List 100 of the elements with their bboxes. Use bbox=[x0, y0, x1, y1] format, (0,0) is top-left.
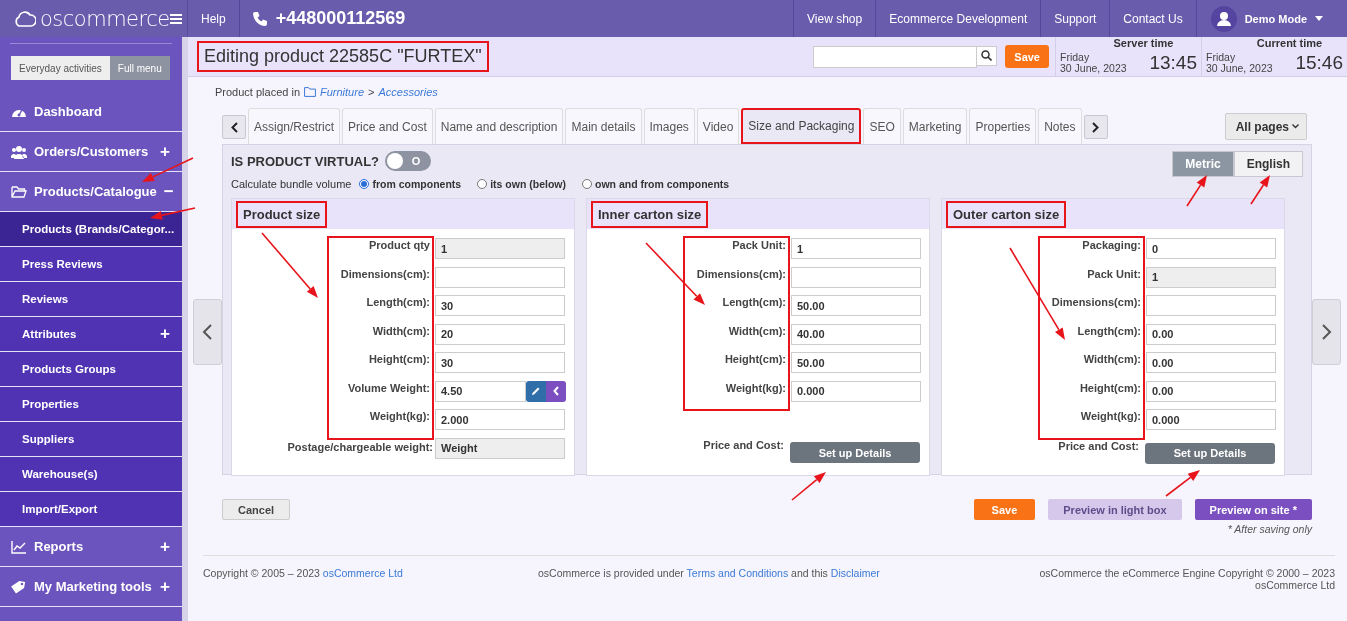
cancel-button[interactable]: Cancel bbox=[222, 499, 291, 520]
sidebar-subitem[interactable]: Warehouse(s) bbox=[0, 457, 182, 492]
input-field[interactable]: 0.000 bbox=[1146, 409, 1276, 430]
sidebar-subitem[interactable]: Press Reviews bbox=[0, 247, 182, 282]
annotation-arrow bbox=[1250, 175, 1270, 205]
expand-toggle[interactable]: + bbox=[160, 576, 170, 597]
radio-button[interactable] bbox=[359, 179, 370, 189]
edit-button[interactable] bbox=[526, 380, 546, 402]
footer-link[interactable]: osCommerce Ltd bbox=[322, 567, 403, 579]
tab[interactable]: Assign/Restrict bbox=[248, 108, 341, 144]
sidebar-subitem[interactable]: Import/Export bbox=[0, 492, 182, 527]
breadcrumb-link[interactable]: Accessories bbox=[378, 86, 438, 98]
input-field[interactable]: 2.000 bbox=[435, 409, 565, 430]
footer-link[interactable]: Disclaimer bbox=[830, 567, 880, 579]
input-field[interactable]: 40.00 bbox=[791, 323, 921, 345]
tab[interactable]: Images bbox=[643, 108, 695, 144]
next-button[interactable] bbox=[1312, 299, 1341, 365]
sidebar-subitem[interactable]: Attributes + bbox=[0, 317, 182, 352]
mode-toggle[interactable]: Everyday activities bbox=[11, 56, 110, 80]
field-label: Width(cm): bbox=[372, 323, 431, 339]
menu-icon[interactable] bbox=[169, 13, 182, 24]
clock-label: Current time bbox=[1255, 37, 1324, 49]
input-field[interactable]: 50.00 bbox=[791, 295, 921, 316]
field-label: Price and Cost: bbox=[1058, 439, 1139, 452]
field-label: Height(cm): bbox=[368, 352, 431, 367]
setup-details-button[interactable]: Set up Details bbox=[790, 442, 920, 463]
field-label: Height(cm): bbox=[724, 352, 787, 367]
field-label: Dimensions(cm): bbox=[340, 266, 431, 282]
page-title: Editing product 22585C "FURTEX" bbox=[197, 41, 489, 72]
search-button[interactable] bbox=[977, 45, 998, 66]
field-label: Height(cm): bbox=[1079, 380, 1142, 396]
chevron-right-icon bbox=[1321, 324, 1332, 340]
tab[interactable]: Notes bbox=[1038, 108, 1082, 144]
footer-link[interactable]: Terms and Conditions bbox=[686, 567, 789, 579]
field-label: Dimensions(cm): bbox=[696, 266, 787, 282]
setup-details-button[interactable]: Set up Details bbox=[1145, 442, 1275, 464]
chevron-left-icon bbox=[553, 386, 559, 396]
input-field[interactable] bbox=[1146, 295, 1276, 316]
input-field[interactable]: Weight bbox=[435, 437, 565, 459]
annotation-arrow bbox=[1165, 470, 1200, 497]
sidebar-subitem[interactable]: Suppliers bbox=[0, 422, 182, 457]
logo-cloud-icon bbox=[14, 8, 36, 29]
previous-button[interactable] bbox=[193, 299, 222, 365]
field-label: Weight(kg): bbox=[725, 380, 787, 396]
card-title: Product size bbox=[236, 200, 328, 228]
tab[interactable]: Size and Packaging bbox=[741, 108, 862, 144]
input-field[interactable]: 0.000 bbox=[791, 380, 921, 402]
preview-site-button[interactable]: Preview on site * bbox=[1194, 499, 1312, 520]
input-field[interactable]: 30 bbox=[435, 352, 565, 373]
field-label: Weight(kg): bbox=[1080, 409, 1142, 424]
field-label: Weight(kg): bbox=[369, 409, 431, 424]
input-field[interactable]: 0.00 bbox=[1146, 352, 1276, 373]
input-field[interactable]: 20 bbox=[435, 323, 565, 345]
pages-dropdown[interactable]: All pages bbox=[1224, 113, 1307, 140]
sidebar-subitem[interactable]: Properties bbox=[0, 387, 182, 422]
date: 30 June, 2023 bbox=[1206, 62, 1273, 74]
input-field[interactable]: 0.00 bbox=[1146, 380, 1276, 402]
input-field[interactable]: 1 bbox=[1146, 266, 1276, 288]
search-icon bbox=[981, 50, 993, 61]
scroll-left-button[interactable] bbox=[222, 115, 246, 139]
input-field[interactable]: 50.00 bbox=[791, 352, 921, 373]
input-field[interactable] bbox=[791, 266, 921, 288]
expand-toggle[interactable]: − bbox=[163, 181, 174, 202]
tab[interactable]: Video bbox=[696, 108, 740, 144]
field-label: IS PRODUCT VIRTUAL? bbox=[231, 153, 380, 169]
input-field[interactable]: 1 bbox=[791, 238, 921, 259]
footnote: * After saving only bbox=[1227, 523, 1312, 535]
unit-toggle[interactable]: English bbox=[1233, 151, 1303, 177]
input-field[interactable]: 0 bbox=[1146, 238, 1276, 259]
back-button[interactable] bbox=[546, 380, 566, 402]
expand-toggle[interactable]: + bbox=[160, 324, 170, 344]
input-field[interactable]: 0.00 bbox=[1146, 323, 1276, 345]
users-icon bbox=[11, 144, 27, 159]
tab[interactable]: Properties bbox=[969, 108, 1037, 144]
logo[interactable]: oscommerce bbox=[40, 6, 170, 31]
sidebar-subitem[interactable]: Products (Brands/Categor... bbox=[0, 212, 182, 247]
sidebar-subitem[interactable]: Reviews bbox=[0, 282, 182, 317]
tab[interactable]: SEO bbox=[863, 108, 901, 144]
scroll-right-button[interactable] bbox=[1083, 115, 1108, 139]
input-field[interactable]: 1 bbox=[435, 238, 565, 259]
sidebar-subitem[interactable]: Products Groups bbox=[0, 352, 182, 387]
field-label: Width(cm): bbox=[1083, 352, 1142, 367]
search-field[interactable] bbox=[813, 45, 978, 68]
tab[interactable]: Main details bbox=[565, 108, 642, 144]
breadcrumb-link[interactable]: Furniture bbox=[320, 86, 365, 98]
tag-icon bbox=[11, 579, 27, 594]
tab[interactable]: Name and description bbox=[434, 108, 564, 144]
radio-button[interactable] bbox=[477, 179, 488, 189]
chevron-left-icon bbox=[202, 324, 213, 340]
input-field[interactable]: 30 bbox=[435, 295, 565, 316]
line-chart-icon bbox=[11, 539, 27, 554]
expand-toggle[interactable]: + bbox=[160, 141, 170, 162]
field-label: Pack Unit: bbox=[1087, 266, 1142, 282]
input-field[interactable]: 4.50 bbox=[435, 380, 526, 402]
tab[interactable]: Price and Cost bbox=[342, 108, 433, 144]
input-field[interactable] bbox=[435, 266, 565, 288]
radio-button[interactable] bbox=[581, 179, 592, 189]
expand-toggle[interactable]: + bbox=[160, 536, 170, 557]
tab[interactable]: Marketing bbox=[902, 108, 968, 144]
phone-icon bbox=[251, 10, 268, 27]
